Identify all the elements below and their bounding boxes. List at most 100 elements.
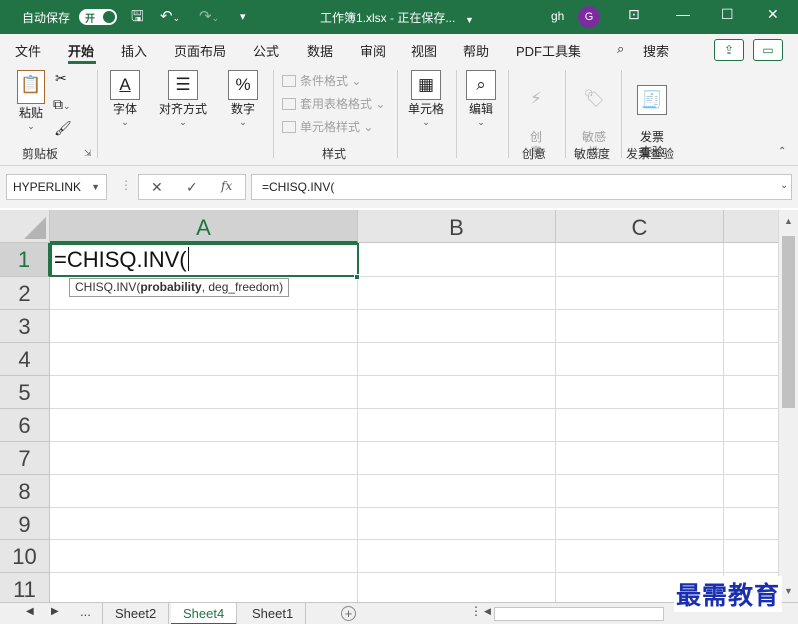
maximize-icon[interactable]: ☐ — [721, 6, 734, 23]
close-icon[interactable]: ✕ — [767, 6, 779, 23]
tooltip-arg-probability[interactable]: probability — [140, 280, 201, 294]
insert-function-icon[interactable]: fx — [221, 179, 232, 193]
find-icon: ⌕ — [466, 70, 496, 100]
minimize-icon[interactable]: — — [676, 6, 690, 22]
save-icon[interactable]: 🖫 — [131, 8, 144, 26]
prev-sheet-icon[interactable]: ◀ — [26, 606, 34, 617]
more-sheets-button[interactable]: ... — [80, 604, 91, 619]
spreadsheet-grid[interactable]: A B C 1 2 3 4 5 6 7 8 9 10 11 =CHISQ.INV… — [0, 210, 778, 602]
undo-icon[interactable]: ↶⌄ — [160, 8, 180, 27]
chevron-down-icon: ⌄ — [121, 117, 129, 127]
tab-help[interactable]: 帮助 — [463, 41, 489, 60]
clipboard-icon: 📋 — [17, 70, 45, 104]
number-label: 数字 — [230, 102, 255, 116]
row-header-3[interactable]: 3 — [0, 310, 50, 343]
autosave-toggle[interactable]: 开 — [79, 9, 117, 25]
gridline — [50, 539, 778, 540]
scroll-left-icon[interactable]: ◀ — [484, 606, 491, 617]
dialog-launcher-icon[interactable]: ⇲ — [84, 148, 92, 159]
avatar[interactable]: G — [578, 6, 600, 28]
tab-review[interactable]: 审阅 — [360, 41, 386, 60]
alignment-button[interactable]: ☰ 对齐方式 ⌄ — [155, 70, 211, 128]
column-header-d[interactable] — [724, 210, 778, 243]
row-header-7[interactable]: 7 — [0, 442, 50, 475]
add-sheet-icon[interactable]: + — [341, 606, 356, 621]
formula-input[interactable]: =CHISQ.INV( — [251, 174, 792, 200]
title-dropdown-icon[interactable]: ▼ — [465, 11, 474, 29]
tab-pdf-tools[interactable]: PDF工具集 — [516, 41, 581, 60]
format-painter-icon[interactable]: 🖌 — [54, 120, 72, 137]
more-dots-icon[interactable]: ⋮ — [120, 178, 132, 192]
invoice-group-label: 发票查验 — [626, 147, 675, 161]
select-all-button[interactable] — [0, 210, 50, 243]
redo-icon[interactable]: ↷⌄ — [199, 8, 219, 27]
formula-controls: ✕ ✓ fx — [138, 174, 246, 200]
cell-a1-text: =CHISQ.INV( — [54, 247, 187, 272]
sheet-tab-sheet2[interactable]: Sheet2 — [102, 603, 170, 624]
creative-group-label: 创意 — [522, 147, 547, 161]
row-header-4[interactable]: 4 — [0, 343, 50, 376]
tab-formulas[interactable]: 公式 — [253, 41, 279, 60]
row-header-9[interactable]: 9 — [0, 508, 50, 540]
row-header-6[interactable]: 6 — [0, 409, 50, 442]
comments-button[interactable]: ▭ — [753, 39, 783, 61]
conditional-format-label: 条件格式 — [300, 74, 349, 88]
active-cell-a1[interactable]: =CHISQ.INV( — [50, 243, 359, 277]
row-header-10[interactable]: 10 — [0, 540, 50, 573]
copy-icon[interactable]: ⧉⌄ — [53, 96, 71, 113]
tooltip-arg-rest[interactable]: , deg_freedom) — [202, 280, 283, 294]
tab-view[interactable]: 视图 — [411, 41, 437, 60]
cell-style-button[interactable]: 单元格样式 ⌄ — [282, 118, 373, 135]
next-sheet-icon[interactable]: ▶ — [51, 606, 59, 617]
paste-button[interactable]: 📋 粘贴 ⌄ — [14, 70, 48, 132]
scroll-down-icon[interactable]: ▼ — [784, 586, 793, 596]
number-button[interactable]: % 数字 ⌄ — [224, 70, 262, 128]
search-icon[interactable]: ⌕ — [617, 41, 624, 57]
row-header-1[interactable]: 1 — [0, 243, 50, 277]
fill-handle[interactable] — [354, 274, 360, 280]
cells-button[interactable]: ▦ 单元格 ⌄ — [404, 70, 448, 128]
sheet-tab-sheet4[interactable]: Sheet4 — [171, 603, 238, 624]
tab-data[interactable]: 数据 — [307, 41, 333, 60]
tab-home[interactable]: 开始 — [68, 41, 94, 60]
document-title[interactable]: 工作簿1.xlsx - 正在保存... — [320, 9, 455, 26]
tooltip-function-name[interactable]: CHISQ.INV( — [75, 280, 140, 294]
column-header-c[interactable]: C — [556, 210, 724, 243]
tab-search[interactable]: 搜索 — [643, 41, 669, 60]
customize-toolbar-icon[interactable]: ▾ — [240, 8, 246, 26]
chevron-down-icon[interactable]: ▼ — [91, 175, 100, 199]
name-box[interactable]: HYPERLINK ▼ — [6, 174, 107, 200]
collapse-ribbon-icon[interactable]: ⌃ — [778, 146, 786, 157]
function-tooltip: CHISQ.INV(probability, deg_freedom) — [69, 278, 290, 297]
table-format-button[interactable]: 套用表格格式 ⌄ — [282, 95, 385, 112]
tab-split-handle-icon[interactable]: ⋮ — [470, 604, 482, 618]
share-button[interactable]: ⇪ — [714, 39, 744, 61]
gridline — [50, 309, 778, 310]
sheet-tab-sheet1[interactable]: Sheet1 — [240, 603, 307, 624]
column-header-a[interactable]: A — [50, 210, 358, 243]
column-header-b[interactable]: B — [358, 210, 556, 243]
scroll-up-icon[interactable]: ▲ — [784, 216, 793, 226]
ribbon-display-icon[interactable]: ⊡ — [628, 6, 640, 23]
tab-page-layout[interactable]: 页面布局 — [174, 41, 226, 60]
row-header-5[interactable]: 5 — [0, 376, 50, 409]
row-header-8[interactable]: 8 — [0, 475, 50, 508]
tab-insert[interactable]: 插入 — [121, 41, 147, 60]
cancel-icon[interactable]: ✕ — [151, 179, 163, 196]
font-button[interactable]: A 字体 ⌄ — [106, 70, 144, 128]
horizontal-scrollbar[interactable] — [494, 607, 664, 621]
table-format-icon — [282, 98, 296, 110]
editing-button[interactable]: ⌕ 编辑 ⌄ — [462, 70, 500, 128]
row-header-2[interactable]: 2 — [0, 277, 50, 310]
user-name[interactable]: gh — [551, 9, 564, 23]
conditional-format-button[interactable]: 条件格式 ⌄ — [282, 72, 361, 89]
tab-file[interactable]: 文件 — [15, 41, 41, 60]
vertical-scrollbar[interactable]: ▲ ▼ — [778, 210, 798, 602]
scrollbar-thumb[interactable] — [782, 236, 795, 408]
table-format-label: 套用表格格式 — [300, 97, 373, 111]
enter-check-icon[interactable]: ✓ — [186, 179, 198, 196]
cut-icon[interactable]: ✂ — [55, 70, 67, 87]
name-box-value: HYPERLINK — [13, 180, 82, 194]
row-header-11[interactable]: 11 — [0, 573, 50, 602]
expand-formula-bar-icon[interactable]: ⌄ — [780, 180, 788, 191]
